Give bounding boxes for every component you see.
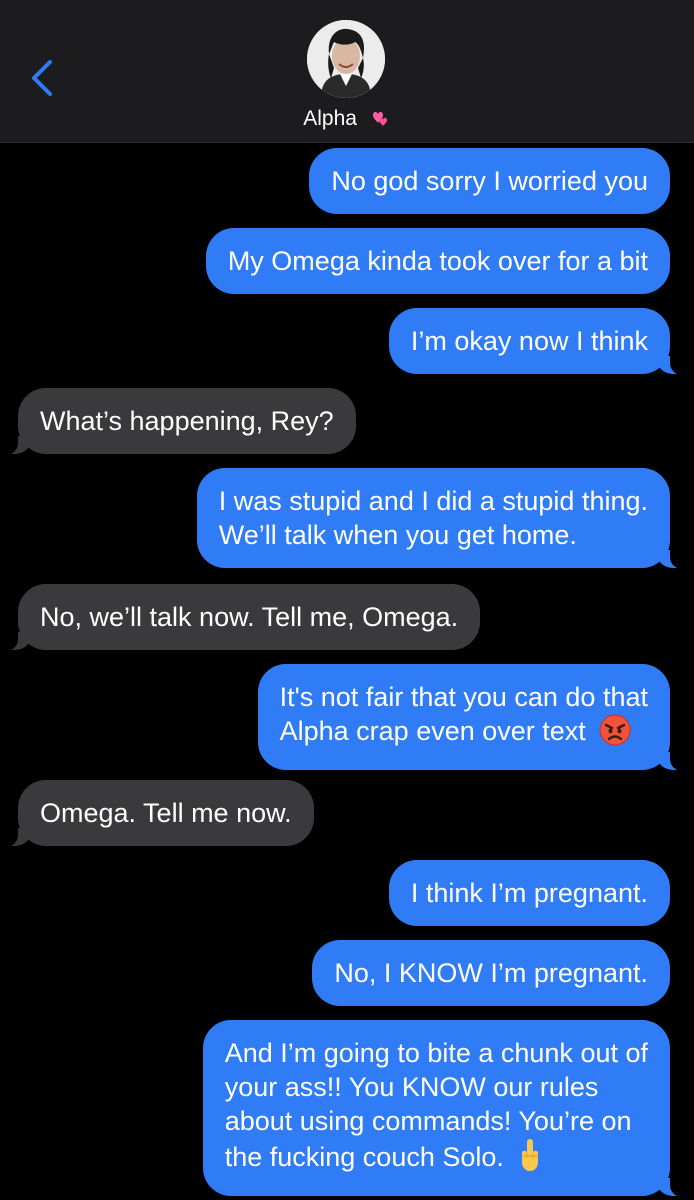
message-text: I’m okay now I think <box>410 326 648 356</box>
message-text: I think I’m pregnant. <box>410 878 648 908</box>
message-text: No, I KNOW I’m pregnant. <box>334 958 648 988</box>
message-bubble-incoming[interactable]: Omega. Tell me now. <box>2 780 314 847</box>
message-text: No, we’ll talk now. Tell me, Omega. <box>40 602 459 632</box>
contact-avatar[interactable] <box>307 20 385 98</box>
message-text: My Omega kinda took over for a bit <box>227 246 648 276</box>
message-bubble-incoming[interactable]: No, we’ll talk now. Tell me, Omega. <box>1 584 481 651</box>
message-text-line: We’ll talk when you get home. <box>218 520 577 550</box>
chevron-left-icon <box>32 60 52 96</box>
message-text: No god sorry I worried you <box>331 166 648 196</box>
message-bubble-incoming[interactable]: What’s happening, Rey? <box>2 388 356 455</box>
message-bubble-outgoing[interactable]: No, I KNOW I’m pregnant. <box>312 940 670 1006</box>
message-text-line: about using commands! You’re on <box>224 1106 632 1136</box>
message-text: What’s happening, Rey? <box>40 406 334 436</box>
two-hearts-icon <box>367 106 391 128</box>
contact-name: Alpha <box>303 107 357 130</box>
message-bubble-outgoing[interactable]: It's not fair that you can do that Alpha… <box>257 664 687 771</box>
message-text-line: Alpha crap even over text <box>279 716 586 746</box>
message-text-line: the fucking couch Solo. <box>224 1142 504 1172</box>
message-thread[interactable]: No god sorry I worried you My Omega kind… <box>0 142 694 1200</box>
message-text-line: your ass!! You KNOW our rules <box>224 1072 599 1102</box>
message-text-line: It's not fair that you can do that <box>279 682 648 712</box>
message-bubble-outgoing[interactable]: I think I’m pregnant. <box>388 860 670 926</box>
message-bubble-outgoing[interactable]: My Omega kinda took over for a bit <box>205 228 670 294</box>
message-text-line-with-emoji: Alpha crap even over text <box>280 714 648 754</box>
message-text-line: And I’m going to bite a chunk out of <box>224 1038 648 1068</box>
message-text-line: I was stupid and I did a stupid thing. <box>218 486 648 516</box>
message-bubble-outgoing[interactable]: And I’m going to bite a chunk out of you… <box>202 1020 687 1197</box>
message-bubble-outgoing[interactable]: I was stupid and I did a stupid thing. W… <box>196 468 687 569</box>
back-button[interactable] <box>26 56 62 100</box>
contact-name-row[interactable]: Alpha <box>0 106 694 131</box>
message-bubble-outgoing[interactable]: I’m okay now I think <box>388 308 687 375</box>
message-text: Omega. Tell me now. <box>40 798 292 828</box>
conversation-header: Alpha <box>0 0 694 143</box>
message-text-line-with-emoji: the fucking couch Solo. <box>225 1138 648 1180</box>
angry-face-icon <box>599 714 631 754</box>
avatar-photo <box>307 20 385 98</box>
middle-finger-icon <box>517 1138 543 1180</box>
message-bubble-outgoing[interactable]: No god sorry I worried you <box>309 148 670 214</box>
